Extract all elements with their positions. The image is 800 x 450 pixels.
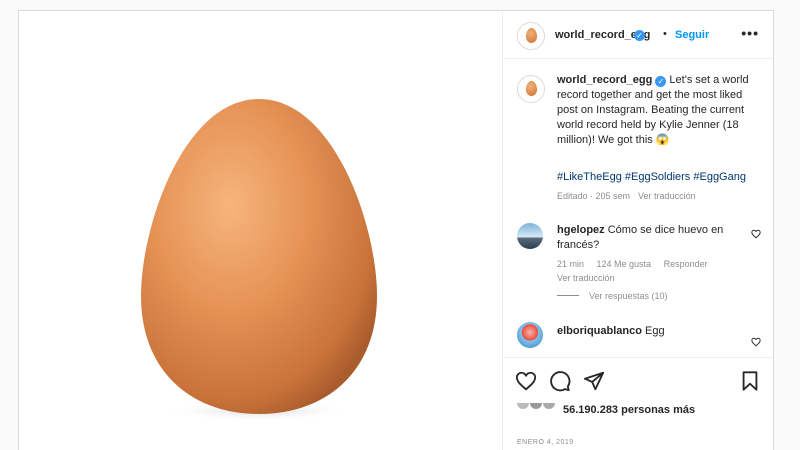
bookmark-icon[interactable] <box>739 370 761 392</box>
post-media[interactable] <box>19 11 503 450</box>
egg-photo <box>141 99 377 421</box>
separator-dot: • <box>663 28 667 40</box>
share-icon[interactable] <box>583 370 605 392</box>
comment-icon[interactable] <box>549 370 571 392</box>
heart-icon[interactable] <box>515 370 537 392</box>
action-bar <box>503 357 773 403</box>
comment-text: elboriquablanco Egg <box>557 325 665 337</box>
view-replies-button[interactable]: Ver respuestas (10) <box>557 291 668 301</box>
reply-button[interactable]: Responder <box>664 259 708 269</box>
comment-meta: 21 min 124 Me gusta Responder <box>557 259 718 269</box>
avatar[interactable] <box>517 22 545 50</box>
post-header: world_record_egg ✓ • Seguir ••• <box>503 11 773 59</box>
replies-divider <box>557 295 579 296</box>
comment-likes[interactable]: 124 Me gusta <box>597 259 652 269</box>
caption-edited: Editado · 205 sem <box>557 191 631 201</box>
comment-time: 21 min <box>557 259 585 269</box>
post-date: ENERO 4, 2019 <box>517 439 574 446</box>
caption-username[interactable]: world_record_egg <box>557 74 652 86</box>
comment-username[interactable]: hgelopez <box>557 224 605 236</box>
liker-avatar <box>530 403 542 409</box>
post-sidebar: world_record_egg ✓ • Seguir ••• world_re… <box>503 11 773 450</box>
avatar[interactable] <box>517 322 543 348</box>
heart-icon[interactable] <box>751 229 761 239</box>
verified-badge-icon: ✓ <box>634 30 645 41</box>
comment-text: hgelopez Cómo se dice huevo en francés? <box>557 223 737 253</box>
instagram-post: world_record_egg ✓ • Seguir ••• world_re… <box>18 10 774 450</box>
hashtags[interactable]: #LikeTheEgg #EggSoldiers #EggGang <box>557 171 746 183</box>
view-replies-label: Ver respuestas (10) <box>589 291 668 301</box>
heart-icon[interactable] <box>751 337 761 347</box>
comment-body: Egg <box>645 325 665 337</box>
likes-count[interactable]: 56.190.283 personas más <box>563 404 695 416</box>
comment-username[interactable]: elboriquablanco <box>557 325 642 337</box>
liker-avatar <box>517 403 529 409</box>
comment-translate-link[interactable]: Ver traducción <box>557 273 615 283</box>
liker-avatar <box>543 403 555 409</box>
more-options-icon[interactable]: ••• <box>741 25 759 41</box>
caption-text: world_record_egg ✓ Let's set a world reco… <box>557 73 757 148</box>
liker-avatars <box>517 403 557 409</box>
egg <box>141 99 377 414</box>
follow-button[interactable]: Seguir <box>675 29 709 41</box>
caption-meta: Editado · 205 sem Ver traducción <box>557 191 696 201</box>
verified-badge-icon: ✓ <box>655 76 667 87</box>
avatar[interactable] <box>517 75 545 103</box>
avatar[interactable] <box>517 223 543 249</box>
caption-translate-link[interactable]: Ver traducción <box>638 191 696 201</box>
